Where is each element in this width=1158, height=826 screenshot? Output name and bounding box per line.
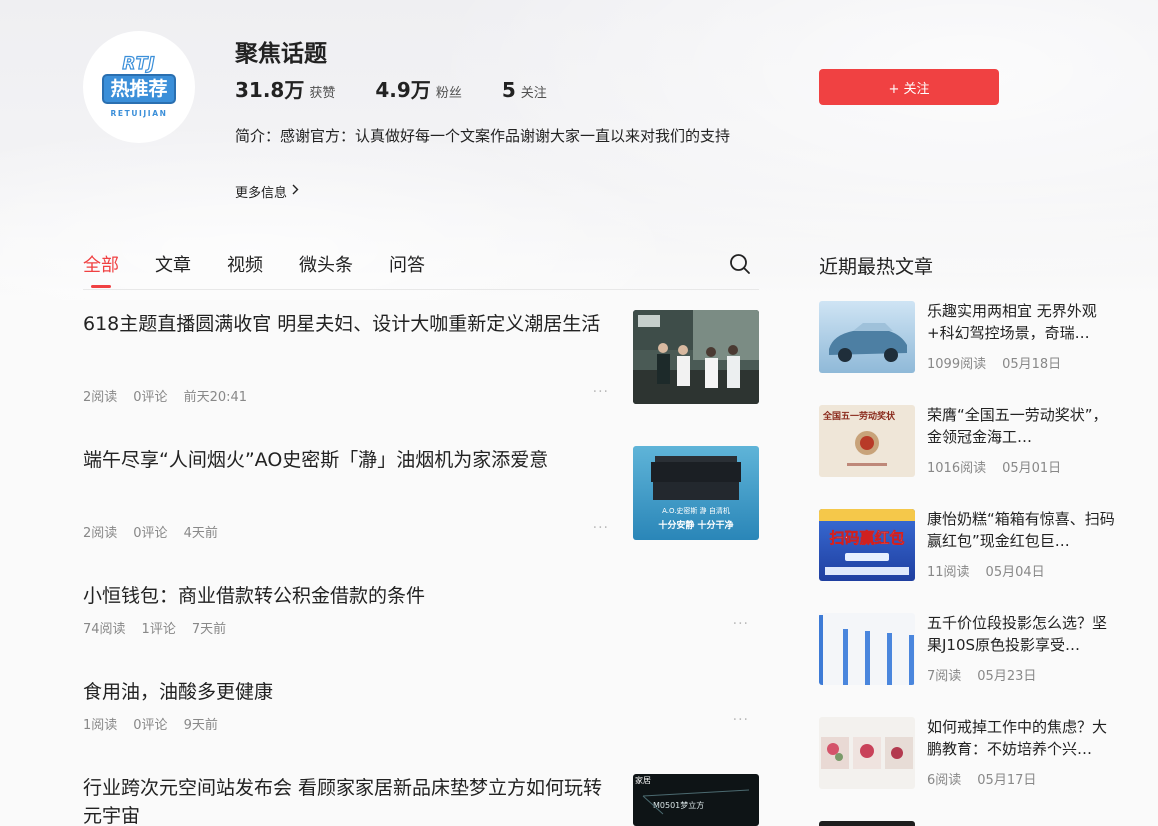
feed-meta: 2阅读 0评论 4天前	[83, 522, 234, 541]
thumb-caption-1: A.O.史密斯 瀞 自清机	[662, 507, 730, 515]
feed-item[interactable]: 端午尽享“人间烟火”AO史密斯「瀞」油烟机为家添爱意 2阅读 0评论 4天前 ·…	[83, 446, 759, 542]
feed-title[interactable]: 端午尽享“人间烟火”AO史密斯「瀞」油烟机为家添爱意	[83, 446, 613, 474]
stat-likes-value: 31.8万	[235, 78, 305, 102]
feed-item[interactable]: 618主题直播圆满收官 明星夫妇、设计大咖重新定义潮居生活 2阅读 0评论 前天…	[83, 310, 759, 406]
sidebar-item-date: 05月01日	[1002, 461, 1062, 476]
tab-articles[interactable]: 文章	[155, 251, 191, 288]
sidebar-item-title: 五千价位段投影怎么选？坚果J10S原色投影享受…	[927, 614, 1108, 654]
avatar[interactable]: RTJ 热推荐 RETUIJIAN	[83, 31, 195, 143]
stat-following-label: 关注	[520, 86, 547, 101]
sidebar-item-title: 康怡奶糕“箱箱有惊喜、扫码赢红包”现金红包巨…	[927, 510, 1115, 550]
follow-button[interactable]: + 关注	[819, 69, 999, 105]
sidebar-item-date: 05月17日	[977, 773, 1037, 788]
more-dots-icon[interactable]: ···	[733, 712, 749, 728]
sidebar-item[interactable]: 如何戒掉工作中的焦虑？大鹏教育：不妨培养个兴… 6阅读 05月17日	[819, 717, 1119, 791]
sidebar-item-title: 乐趣实用两相宜 无界外观+科幻驾控场景，奇瑞…	[927, 302, 1097, 342]
feed-title[interactable]: 行业跨次元空间站发布会 看顾家家居新品床垫梦立方如何玩转元宇宙	[83, 774, 613, 826]
sidebar-title: 近期最热文章	[819, 256, 934, 278]
sidebar-item-reads: 1099阅读	[927, 357, 987, 372]
stat-fans-value: 4.9万	[375, 78, 431, 102]
sidebar-thumbnail: 扫码赢红包	[819, 509, 915, 581]
sidebar-thumbnail	[819, 613, 915, 685]
feed-meta: 74阅读 1评论 7天前	[83, 618, 242, 637]
sidebar-item-meta: 1016阅读 05月01日	[927, 457, 1077, 476]
feed-meta: 2阅读 0评论 前天20:41	[83, 386, 263, 405]
sidebar-item-reads: 1016阅读	[927, 461, 987, 476]
profile-intro: 简介：感谢官方：认真做好每一个文案作品谢谢大家一直以来对我们的支持	[235, 127, 731, 145]
feed-time: 4天前	[183, 526, 218, 541]
feed-thumbnail[interactable]: A.O.史密斯 瀞 自清机 十分安静 十分干净	[633, 446, 759, 540]
sidebar-item[interactable]: 乐趣实用两相宜 无界外观+科幻驾控场景，奇瑞… 1099阅读 05月18日	[819, 301, 1119, 375]
feed-title[interactable]: 食用油，油酸多更健康	[83, 678, 759, 706]
sidebar-item[interactable]: 扫码赢红包 康怡奶糕“箱箱有惊喜、扫码赢红包”现金红包巨… 11阅读 05月04…	[819, 509, 1119, 583]
feed-thumbnail[interactable]: 家居 M0501梦立方	[633, 774, 759, 826]
sidebar-thumbnail: 全国五一劳动奖状	[819, 405, 915, 477]
more-info-label: 更多信息	[235, 186, 288, 201]
feed-comments: 1评论	[141, 622, 176, 637]
stat-fans[interactable]: 4.9万 粉丝	[375, 74, 461, 103]
more-dots-icon[interactable]: ···	[593, 384, 609, 400]
avatar-logo-bottom: RETUIJIAN	[110, 109, 168, 118]
feed-time: 前天20:41	[183, 390, 248, 405]
sidebar-item-date: 05月04日	[985, 565, 1045, 580]
more-dots-icon[interactable]: ···	[593, 520, 609, 536]
feed-item[interactable]: 行业跨次元空间站发布会 看顾家家居新品床垫梦立方如何玩转元宇宙 家居 M0501…	[83, 774, 759, 826]
feed-item[interactable]: 食用油，油酸多更健康 1阅读 0评论 9天前 ···	[83, 678, 759, 738]
feed-comments: 0评论	[133, 718, 168, 733]
feed-time: 7天前	[191, 622, 227, 637]
sidebar-item-meta: 11阅读 05月04日	[927, 561, 1061, 580]
sidebar-item[interactable]: 五千价位段投影怎么选？坚果J10S原色投影享受… 7阅读 05月23日	[819, 613, 1119, 687]
feed-title[interactable]: 小恒钱包：商业借款转公积金借款的条件	[83, 582, 759, 610]
feed-meta: 1阅读 0评论 9天前	[83, 714, 234, 733]
feed-comments: 0评论	[133, 390, 168, 405]
feed-reads: 2阅读	[83, 390, 118, 405]
stat-likes-label: 获赞	[309, 86, 336, 101]
feed-thumbnail[interactable]	[633, 310, 759, 404]
more-dots-icon[interactable]: ···	[733, 616, 749, 632]
sidebar-item-date: 05月23日	[977, 669, 1037, 684]
sidebar-item[interactable]: 全国五一劳动奖状 荣膺“全国五一劳动奖状”，金领冠金海工… 1016阅读 05月…	[819, 405, 1119, 479]
sidebar-item-reads: 7阅读	[927, 669, 962, 684]
tab-all[interactable]: 全部	[83, 251, 119, 288]
more-info-link[interactable]: 更多信息	[235, 182, 299, 201]
tabs-divider	[83, 289, 759, 290]
stat-following-value: 5	[501, 78, 516, 102]
stat-fans-label: 粉丝	[435, 86, 462, 101]
feed-comments: 0评论	[133, 526, 168, 541]
avatar-logo-mid: 热推荐	[102, 74, 176, 104]
sidebar-item-meta: 1099阅读 05月18日	[927, 353, 1077, 372]
feed-reads: 2阅读	[83, 526, 118, 541]
content-tabs: 全部 文章 视频 微头条 问答	[83, 251, 461, 288]
sidebar-thumbnail	[819, 301, 915, 373]
tab-videos[interactable]: 视频	[227, 251, 263, 288]
chevron-right-icon	[291, 184, 299, 199]
sidebar-item-title: 荣膺“全国五一劳动奖状”，金领冠金海工…	[927, 406, 1108, 446]
sidebar-thumbnail-partial	[819, 821, 915, 826]
profile-stats: 31.8万 获赞 4.9万 粉丝 5 关注	[235, 74, 587, 103]
sidebar-thumbnail	[819, 717, 915, 789]
sidebar-item-reads: 11阅读	[927, 565, 970, 580]
sidebar-item-title: 如何戒掉工作中的焦虑？大鹏教育：不妨培养个兴…	[927, 718, 1108, 758]
stat-following[interactable]: 5 关注	[502, 78, 547, 102]
feed-time: 9天前	[183, 718, 218, 733]
avatar-logo-top: RTJ	[122, 54, 156, 74]
stat-likes: 31.8万 获赞	[235, 74, 335, 103]
tab-qa[interactable]: 问答	[389, 251, 425, 288]
tab-weitoutiao[interactable]: 微头条	[299, 251, 353, 288]
feed-item[interactable]: 小恒钱包：商业借款转公积金借款的条件 74阅读 1评论 7天前 ···	[83, 582, 759, 642]
feed-reads: 1阅读	[83, 718, 118, 733]
sidebar-item-meta: 6阅读 05月17日	[927, 769, 1052, 788]
feed-title[interactable]: 618主题直播圆满收官 明星夫妇、设计大咖重新定义潮居生活	[83, 310, 613, 338]
search-icon[interactable]	[729, 253, 751, 275]
sidebar-item-date: 05月18日	[1002, 357, 1062, 372]
sidebar-item-reads: 6阅读	[927, 773, 962, 788]
profile-name: 聚焦话题	[235, 41, 327, 67]
thumb-caption-2: 十分安静 十分干净	[658, 521, 734, 531]
sidebar-item-meta: 7阅读 05月23日	[927, 665, 1052, 684]
feed-reads: 74阅读	[83, 622, 126, 637]
